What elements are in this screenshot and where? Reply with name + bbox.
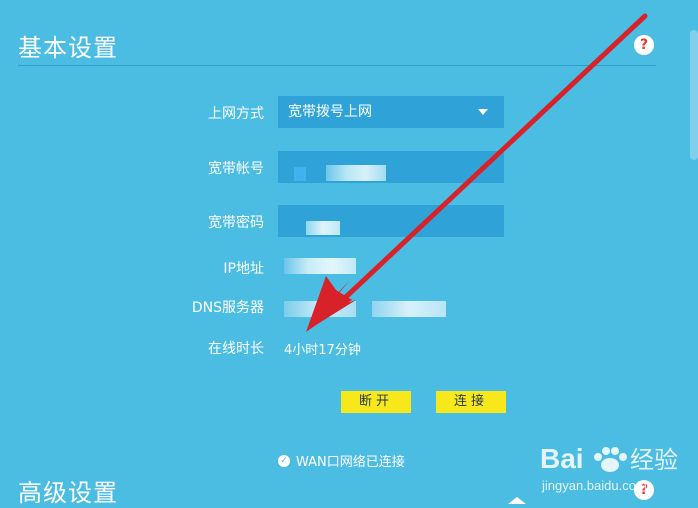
watermark-brand-cn: 经验 [630, 446, 678, 474]
watermark-brand: Bai [540, 443, 584, 474]
annotation-arrow-icon [306, 13, 648, 332]
watermark-url: jingyan.baidu.com [541, 478, 647, 493]
baidu-jingyan-watermark: Bai 经验 jingyan.baidu.com [540, 443, 678, 493]
paw-icon [594, 447, 627, 472]
